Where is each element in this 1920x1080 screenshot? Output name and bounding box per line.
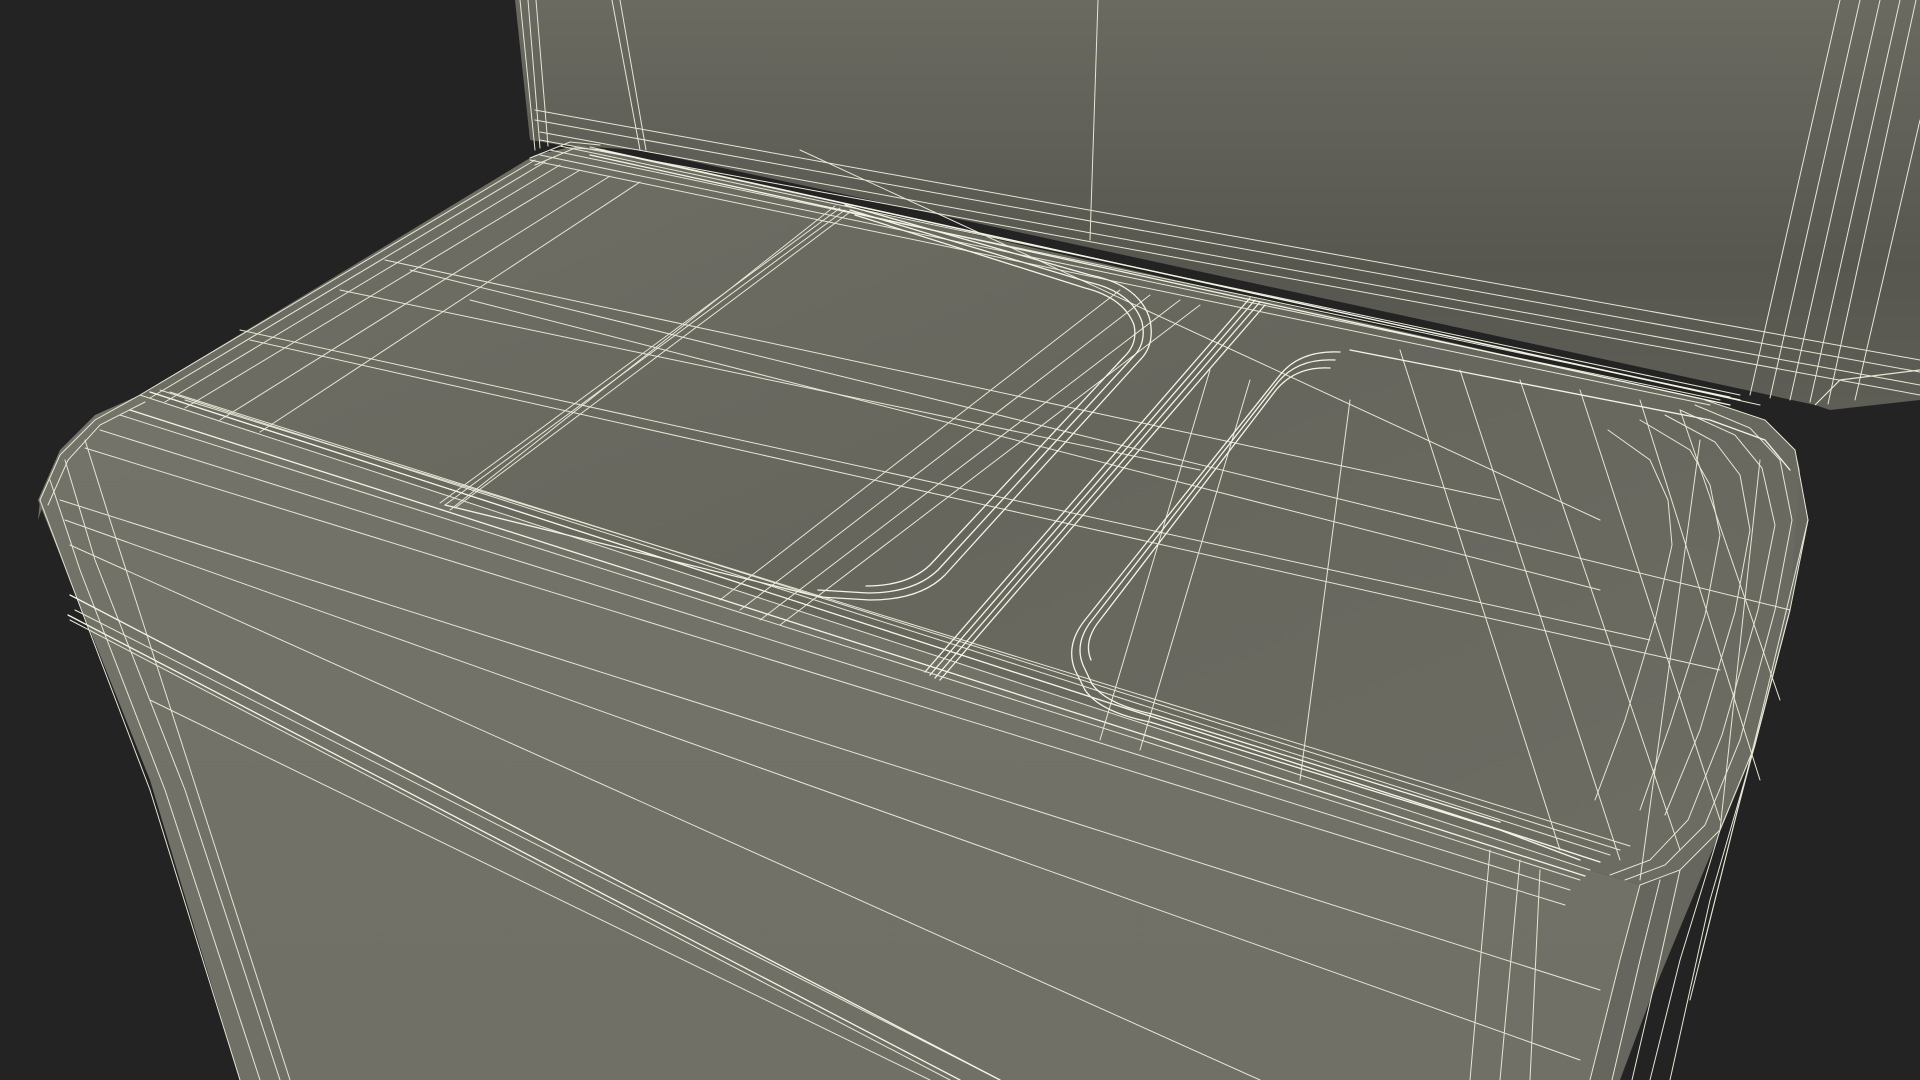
wireframe-render xyxy=(0,0,1920,1080)
render-viewport xyxy=(0,0,1920,1080)
